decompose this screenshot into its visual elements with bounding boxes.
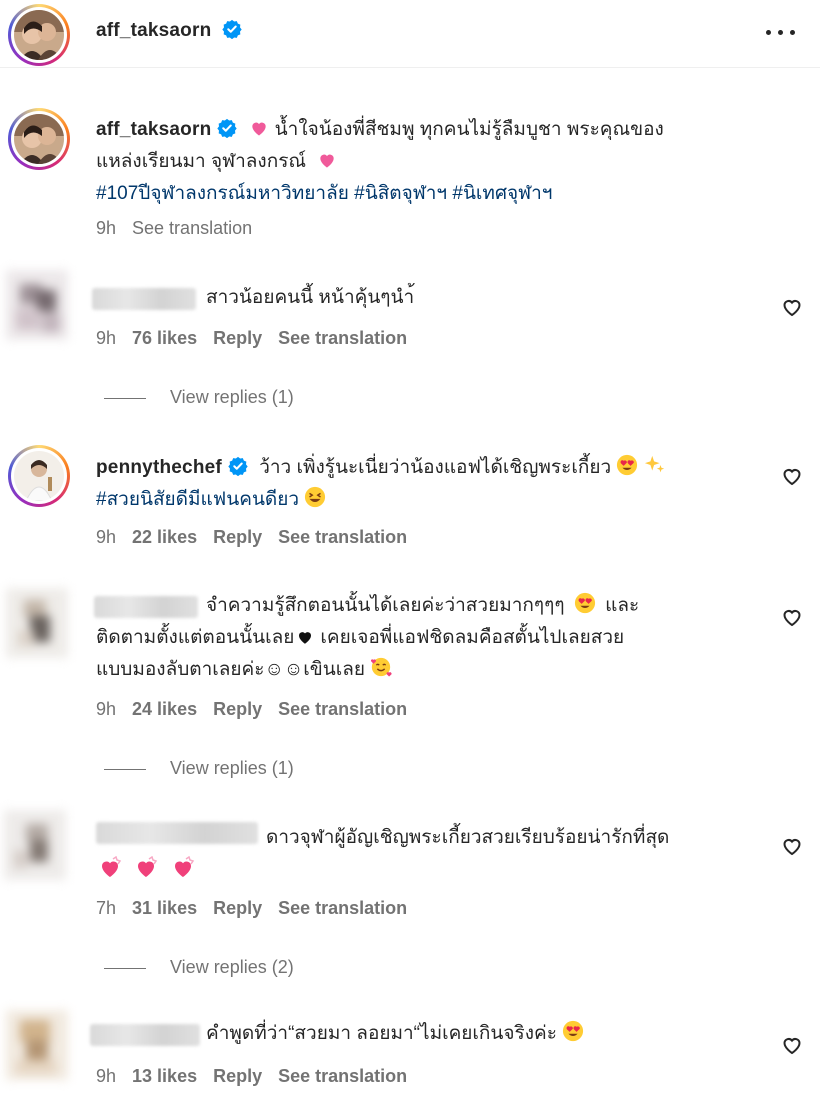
pink-heart-icon xyxy=(252,122,266,136)
comment-body: คำพูดที่ว่า“สวยมา ลอยมา“ไม่เคยเกินจริงค่… xyxy=(206,1018,766,1050)
comment-text: สาวน้อยคนนี้ หน้าคุ้นๆนำ้ xyxy=(206,287,415,308)
reply-button[interactable]: Reply xyxy=(213,898,262,918)
comment-body: pennythechef ว้าว เพิ่งรู้นะเนี่ยว่าน้อง… xyxy=(96,452,776,516)
black-heart-icon xyxy=(299,632,312,644)
comment-text: ดาวจุฬาผู้อัญเชิญพระเกี้ยวสวยเรียบร้อยน่… xyxy=(266,827,670,848)
like-heart-icon[interactable] xyxy=(780,464,804,488)
likes-count[interactable]: 22 likes xyxy=(132,527,197,547)
comment-avatar[interactable] xyxy=(14,451,64,501)
divider-line xyxy=(104,768,146,770)
view-replies-label: View replies (2) xyxy=(170,957,294,977)
comment-avatar-blurred[interactable] xyxy=(6,588,68,658)
username-link[interactable]: aff_taksaorn xyxy=(96,20,211,41)
caption-text-line-2: แหล่งเรียนมา จุฬาลงกรณ์ xyxy=(96,151,307,172)
caption-time[interactable]: 9h xyxy=(96,218,116,238)
comment-time[interactable]: 9h xyxy=(96,527,116,547)
comment-body: ดาวจุฬาผู้อัญเชิญพระเกี้ยวสวยเรียบร้อยน่… xyxy=(266,822,766,854)
see-translation-button[interactable]: See translation xyxy=(278,699,407,719)
heart-with-ribbon-emoji-icon xyxy=(174,856,195,877)
comment-avatar-blurred[interactable] xyxy=(4,810,66,880)
comment-time[interactable]: 7h xyxy=(96,898,116,918)
comment-avatar-blurred[interactable] xyxy=(6,1010,68,1080)
likes-count[interactable]: 24 likes xyxy=(132,699,197,719)
caption-avatar[interactable] xyxy=(14,114,64,164)
like-heart-icon[interactable] xyxy=(780,1033,804,1057)
comment-meta: 9h 24 likes Reply See translation xyxy=(96,699,423,720)
comment-username-blurred[interactable] xyxy=(96,822,258,844)
caption-username[interactable]: aff_taksaorn xyxy=(96,119,211,140)
view-replies-label: View replies (1) xyxy=(170,758,294,778)
comment-meta: 9h 13 likes Reply See translation xyxy=(96,1066,423,1087)
verified-badge-icon xyxy=(217,118,238,138)
header-user: aff_taksaorn xyxy=(96,19,242,42)
sparkles-emoji-icon xyxy=(644,455,664,473)
see-translation-button[interactable]: See translation xyxy=(278,898,407,918)
view-replies-button[interactable]: View replies (2) xyxy=(104,957,294,978)
avatar[interactable] xyxy=(14,10,64,60)
caption-meta: 9h See translation xyxy=(96,218,268,239)
comment-username-blurred[interactable] xyxy=(92,288,196,310)
see-translation-button[interactable]: See translation xyxy=(278,328,407,348)
comment-body: จำความรู้สึกตอนนั้นได้เลยค่ะว่าสวยมากๆๆๆ… xyxy=(206,590,766,622)
comment-text: จำความรู้สึกตอนนั้นได้เลยค่ะว่าสวยมากๆๆๆ xyxy=(206,595,565,616)
comment-text: และ xyxy=(605,595,640,616)
heart-with-ribbon-emoji-icon xyxy=(138,856,158,877)
verified-badge-icon xyxy=(222,19,242,39)
caption-text-line-1: น้ำใจน้องพี่สีชมพู ทุกคนไม่รู้ลืมบูชา พร… xyxy=(274,119,664,140)
like-heart-icon[interactable] xyxy=(780,834,804,858)
divider-line xyxy=(104,397,146,399)
likes-count[interactable]: 13 likes xyxy=(132,1066,197,1086)
likes-count[interactable]: 76 likes xyxy=(132,328,197,348)
reply-button[interactable]: Reply xyxy=(213,527,262,547)
heart-eyes-emoji-icon xyxy=(617,454,638,476)
comment-body-cont: ติดตามตั้งแต่ตอนนั้นเลย เคยเจอพี่แอฟชิดลม… xyxy=(96,622,776,686)
pink-heart-icon xyxy=(320,154,334,168)
comment-text: คำพูดที่ว่า“สวยมา ลอยมา“ไม่เคยเกินจริงค่… xyxy=(206,1023,557,1044)
comment-text: แบบมองลับตาเลยค่ะ☺☺เขินเลย xyxy=(96,659,366,680)
view-replies-button[interactable]: View replies (1) xyxy=(104,387,294,408)
comment-meta: 9h 22 likes Reply See translation xyxy=(96,527,423,548)
comment-username-blurred[interactable] xyxy=(94,596,198,618)
comment-hashtag[interactable]: #สวยนิสัยดีมีแฟนคนดียว xyxy=(96,489,299,510)
like-heart-icon[interactable] xyxy=(780,295,804,319)
caption: aff_taksaorn น้ำใจน้องพี่สีชมพู ทุกคนไม่… xyxy=(96,114,776,210)
heart-with-ribbon-emoji-icon xyxy=(102,856,122,877)
caption-hashtags[interactable]: #107ปีจุฬาลงกรณ์มหาวิทยาลัย #นิสิตจุฬาฯ … xyxy=(96,178,776,210)
see-translation-button[interactable]: See translation xyxy=(132,218,252,238)
view-replies-button[interactable]: View replies (1) xyxy=(104,758,294,779)
comment-text: ว้าว เพิ่งรู้นะเนี่ยว่าน้องแอฟได้เชิญพระ… xyxy=(259,457,612,478)
smiling-face-with-hearts-emoji-icon xyxy=(371,657,392,677)
comment-username[interactable]: pennythechef xyxy=(96,457,222,478)
divider-line xyxy=(104,967,146,969)
see-translation-button[interactable]: See translation xyxy=(278,527,407,547)
comment-meta: 9h 76 likes Reply See translation xyxy=(96,328,423,349)
heart-eyes-emoji-icon xyxy=(563,1020,584,1042)
view-replies-label: View replies (1) xyxy=(170,387,294,407)
likes-count[interactable]: 31 likes xyxy=(132,898,197,918)
post-header: aff_taksaorn xyxy=(0,0,820,68)
see-translation-button[interactable]: See translation xyxy=(278,1066,407,1086)
comment-username-blurred[interactable] xyxy=(90,1024,200,1046)
more-options-button[interactable] xyxy=(766,22,796,42)
reply-button[interactable]: Reply xyxy=(213,1066,262,1086)
comment-text: ติดตามตั้งแต่ตอนนั้นเลย xyxy=(96,627,295,648)
reply-button[interactable]: Reply xyxy=(213,699,262,719)
comment-text: เคยเจอพี่แอฟชิดลมคือสตั้นไปเลยสวย xyxy=(320,627,625,648)
heart-eyes-emoji-icon xyxy=(574,592,595,614)
comment-time[interactable]: 9h xyxy=(96,1066,116,1086)
verified-badge-icon xyxy=(228,456,248,476)
reply-button[interactable]: Reply xyxy=(213,328,262,348)
comment-meta: 7h 31 likes Reply See translation xyxy=(96,898,423,919)
grinning-squinting-emoji-icon xyxy=(305,486,326,508)
comment-emoji-row xyxy=(98,856,195,882)
comment-time[interactable]: 9h xyxy=(96,328,116,348)
comment-time[interactable]: 9h xyxy=(96,699,116,719)
comment-avatar-blurred[interactable] xyxy=(6,270,68,340)
like-heart-icon[interactable] xyxy=(780,605,804,629)
